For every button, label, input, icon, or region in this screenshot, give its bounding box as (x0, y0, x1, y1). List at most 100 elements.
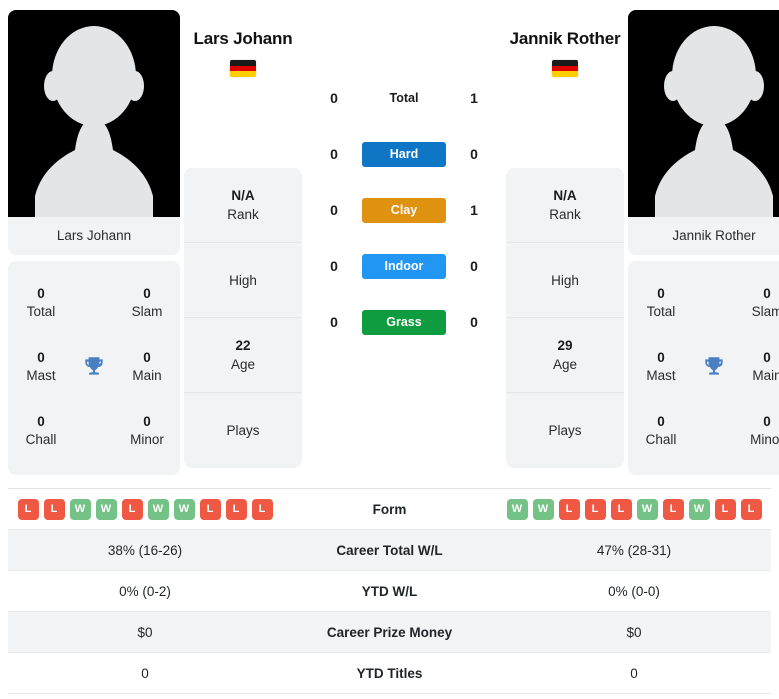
left-player-photo-frame (8, 10, 180, 217)
stats-row-label: YTD W/L (361, 583, 418, 599)
left-titles-main-value: 0 (143, 350, 151, 365)
left-player-info-card: N/A Rank High 22 Age Plays (184, 168, 302, 468)
form-badge-loss[interactable]: L (43, 498, 65, 520)
right-titles-main-value: 0 (763, 350, 771, 365)
right-titles-total-value: 0 (657, 286, 665, 301)
stats-right-value: 0% (0-0) (608, 583, 660, 599)
form-badge-loss[interactable]: L (740, 498, 762, 520)
left-rank-cell: N/A Rank (184, 168, 302, 243)
form-badge-loss[interactable]: L (121, 498, 143, 520)
stats-row: $0 Career Prize Money $0 (8, 612, 771, 653)
h2h-label-wrap: Total (362, 86, 446, 111)
form-badge-loss[interactable]: L (584, 498, 606, 520)
stats-left-value: $0 (137, 624, 153, 640)
form-badge-loss[interactable]: L (714, 498, 736, 520)
left-titles-minor-value: 0 (143, 414, 151, 429)
form-badge-win[interactable]: W (688, 498, 710, 520)
stats-row: 0 YTD Titles 0 (8, 653, 771, 694)
form-badge-loss[interactable]: L (17, 498, 39, 520)
h2h-right-value: 0 (470, 258, 478, 274)
titles-row-top: 0 Total 0 Slam (636, 271, 779, 335)
form-badge-loss[interactable]: L (662, 498, 684, 520)
comparison-header: Lars Johann 0 Total 0 Slam 0 Mast 0 Main… (0, 0, 779, 480)
right-age-cell: 29 Age (506, 318, 624, 393)
stats-row-label: Form (372, 501, 407, 517)
form-badge-loss[interactable]: L (610, 498, 632, 520)
titles-row-bottom: 0 Chall 0 Minor (636, 399, 779, 463)
h2h-left-value: 0 (330, 258, 338, 274)
h2h-row-total: 0 Total 1 (306, 70, 502, 126)
right-titles-slam: 0 Slam (742, 285, 779, 321)
left-titles-total-label: Total (26, 304, 56, 319)
h2h-right-value: 0 (470, 314, 478, 330)
right-titles-chall-value: 0 (657, 414, 665, 429)
form-badge-win[interactable]: W (69, 498, 91, 520)
right-player-name[interactable]: Jannik Rother (506, 26, 624, 51)
h2h-row-clay: 0 Clay 1 (306, 182, 502, 238)
left-player-name[interactable]: Lars Johann (184, 26, 302, 51)
right-titles-minor: 0 Minor (742, 413, 779, 449)
left-titles-mast-value: 0 (37, 350, 45, 365)
germany-flag-icon (552, 60, 578, 77)
form-badge-win[interactable]: W (173, 498, 195, 520)
h2h-surface-label-indoor[interactable]: Indoor (362, 253, 446, 279)
left-player-photo-card[interactable]: Lars Johann (8, 10, 180, 255)
left-titles-chall-label: Chall (25, 432, 57, 447)
form-badge-loss[interactable]: L (558, 498, 580, 520)
h2h-row-grass: 0 Grass 0 (306, 294, 502, 350)
stats-row: 38% (16-26) Career Total W/L 47% (28-31) (8, 530, 771, 571)
left-titles-total: 0 Total (16, 285, 66, 321)
left-age-cell: 22 Age (184, 318, 302, 393)
left-titles-minor-label: Minor (130, 432, 164, 447)
stats-right-value: WWLLLWLWLL (497, 498, 771, 520)
right-high-cell: High (506, 243, 624, 318)
right-rank-label: Rank (549, 207, 581, 222)
titles-row-middle: 0 Mast 0 Main (636, 335, 779, 399)
right-form-badges: WWLLLWLWLL (497, 498, 771, 520)
right-titles-mast-label: Mast (646, 368, 676, 383)
h2h-label-wrap: Indoor (362, 253, 446, 279)
form-badge-win[interactable]: W (95, 498, 117, 520)
left-rank-label: Rank (227, 207, 259, 222)
left-rank-value: N/A (231, 188, 255, 203)
stats-row-label: YTD Titles (356, 665, 423, 681)
right-rank-value: N/A (553, 188, 577, 203)
form-badge-win[interactable]: W (532, 498, 554, 520)
right-player-photo-caption: Jannik Rother (628, 217, 779, 255)
right-titles-main: 0 Main (742, 349, 779, 385)
h2h-right-value: 1 (470, 202, 478, 218)
h2h-surface-label-hard[interactable]: Hard (362, 141, 446, 167)
h2h-surface-label-grass[interactable]: Grass (362, 309, 446, 335)
right-age-label: Age (552, 357, 578, 372)
titles-row-top: 0 Total 0 Slam (16, 271, 172, 335)
form-badge-loss[interactable]: L (199, 498, 221, 520)
left-titles-mast-label: Mast (26, 368, 56, 383)
right-player-photo-card[interactable]: Jannik Rother (628, 10, 779, 255)
h2h-left-value: 0 (330, 146, 338, 162)
stats-left-value: 38% (16-26) (107, 542, 183, 558)
right-plays-label: Plays (548, 423, 582, 438)
right-titles-slam-label: Slam (751, 304, 779, 319)
form-badge-loss[interactable]: L (225, 498, 247, 520)
right-titles-minor-label: Minor (750, 432, 779, 447)
stats-left-value: LLWWLWWLLL (8, 498, 282, 520)
germany-flag-icon (230, 60, 256, 77)
left-titles-main: 0 Main (122, 349, 172, 385)
left-plays-cell: Plays (184, 393, 302, 468)
form-badge-loss[interactable]: L (251, 498, 273, 520)
left-titles-slam-label: Slam (131, 304, 163, 319)
form-badge-win[interactable]: W (506, 498, 528, 520)
h2h-label-wrap: Clay (362, 197, 446, 223)
form-badge-win[interactable]: W (636, 498, 658, 520)
titles-row-bottom: 0 Chall 0 Minor (16, 399, 172, 463)
left-age-value: 22 (235, 338, 251, 353)
h2h-row-indoor: 0 Indoor 0 (306, 238, 502, 294)
form-badge-win[interactable]: W (147, 498, 169, 520)
h2h-surface-label-clay[interactable]: Clay (362, 197, 446, 223)
left-player-photo-caption: Lars Johann (8, 217, 180, 255)
stats-row-label: Career Total W/L (336, 542, 443, 558)
stats-comparison-table: L L W W L W W L L L Form W W L L L W L W L L 38% (16-26) Caree… (8, 488, 771, 694)
stats-left-value: 0% (0-2) (119, 583, 171, 599)
left-form-badges: LLWWLWWLLL (8, 498, 282, 520)
left-titles-chall-value: 0 (37, 414, 45, 429)
